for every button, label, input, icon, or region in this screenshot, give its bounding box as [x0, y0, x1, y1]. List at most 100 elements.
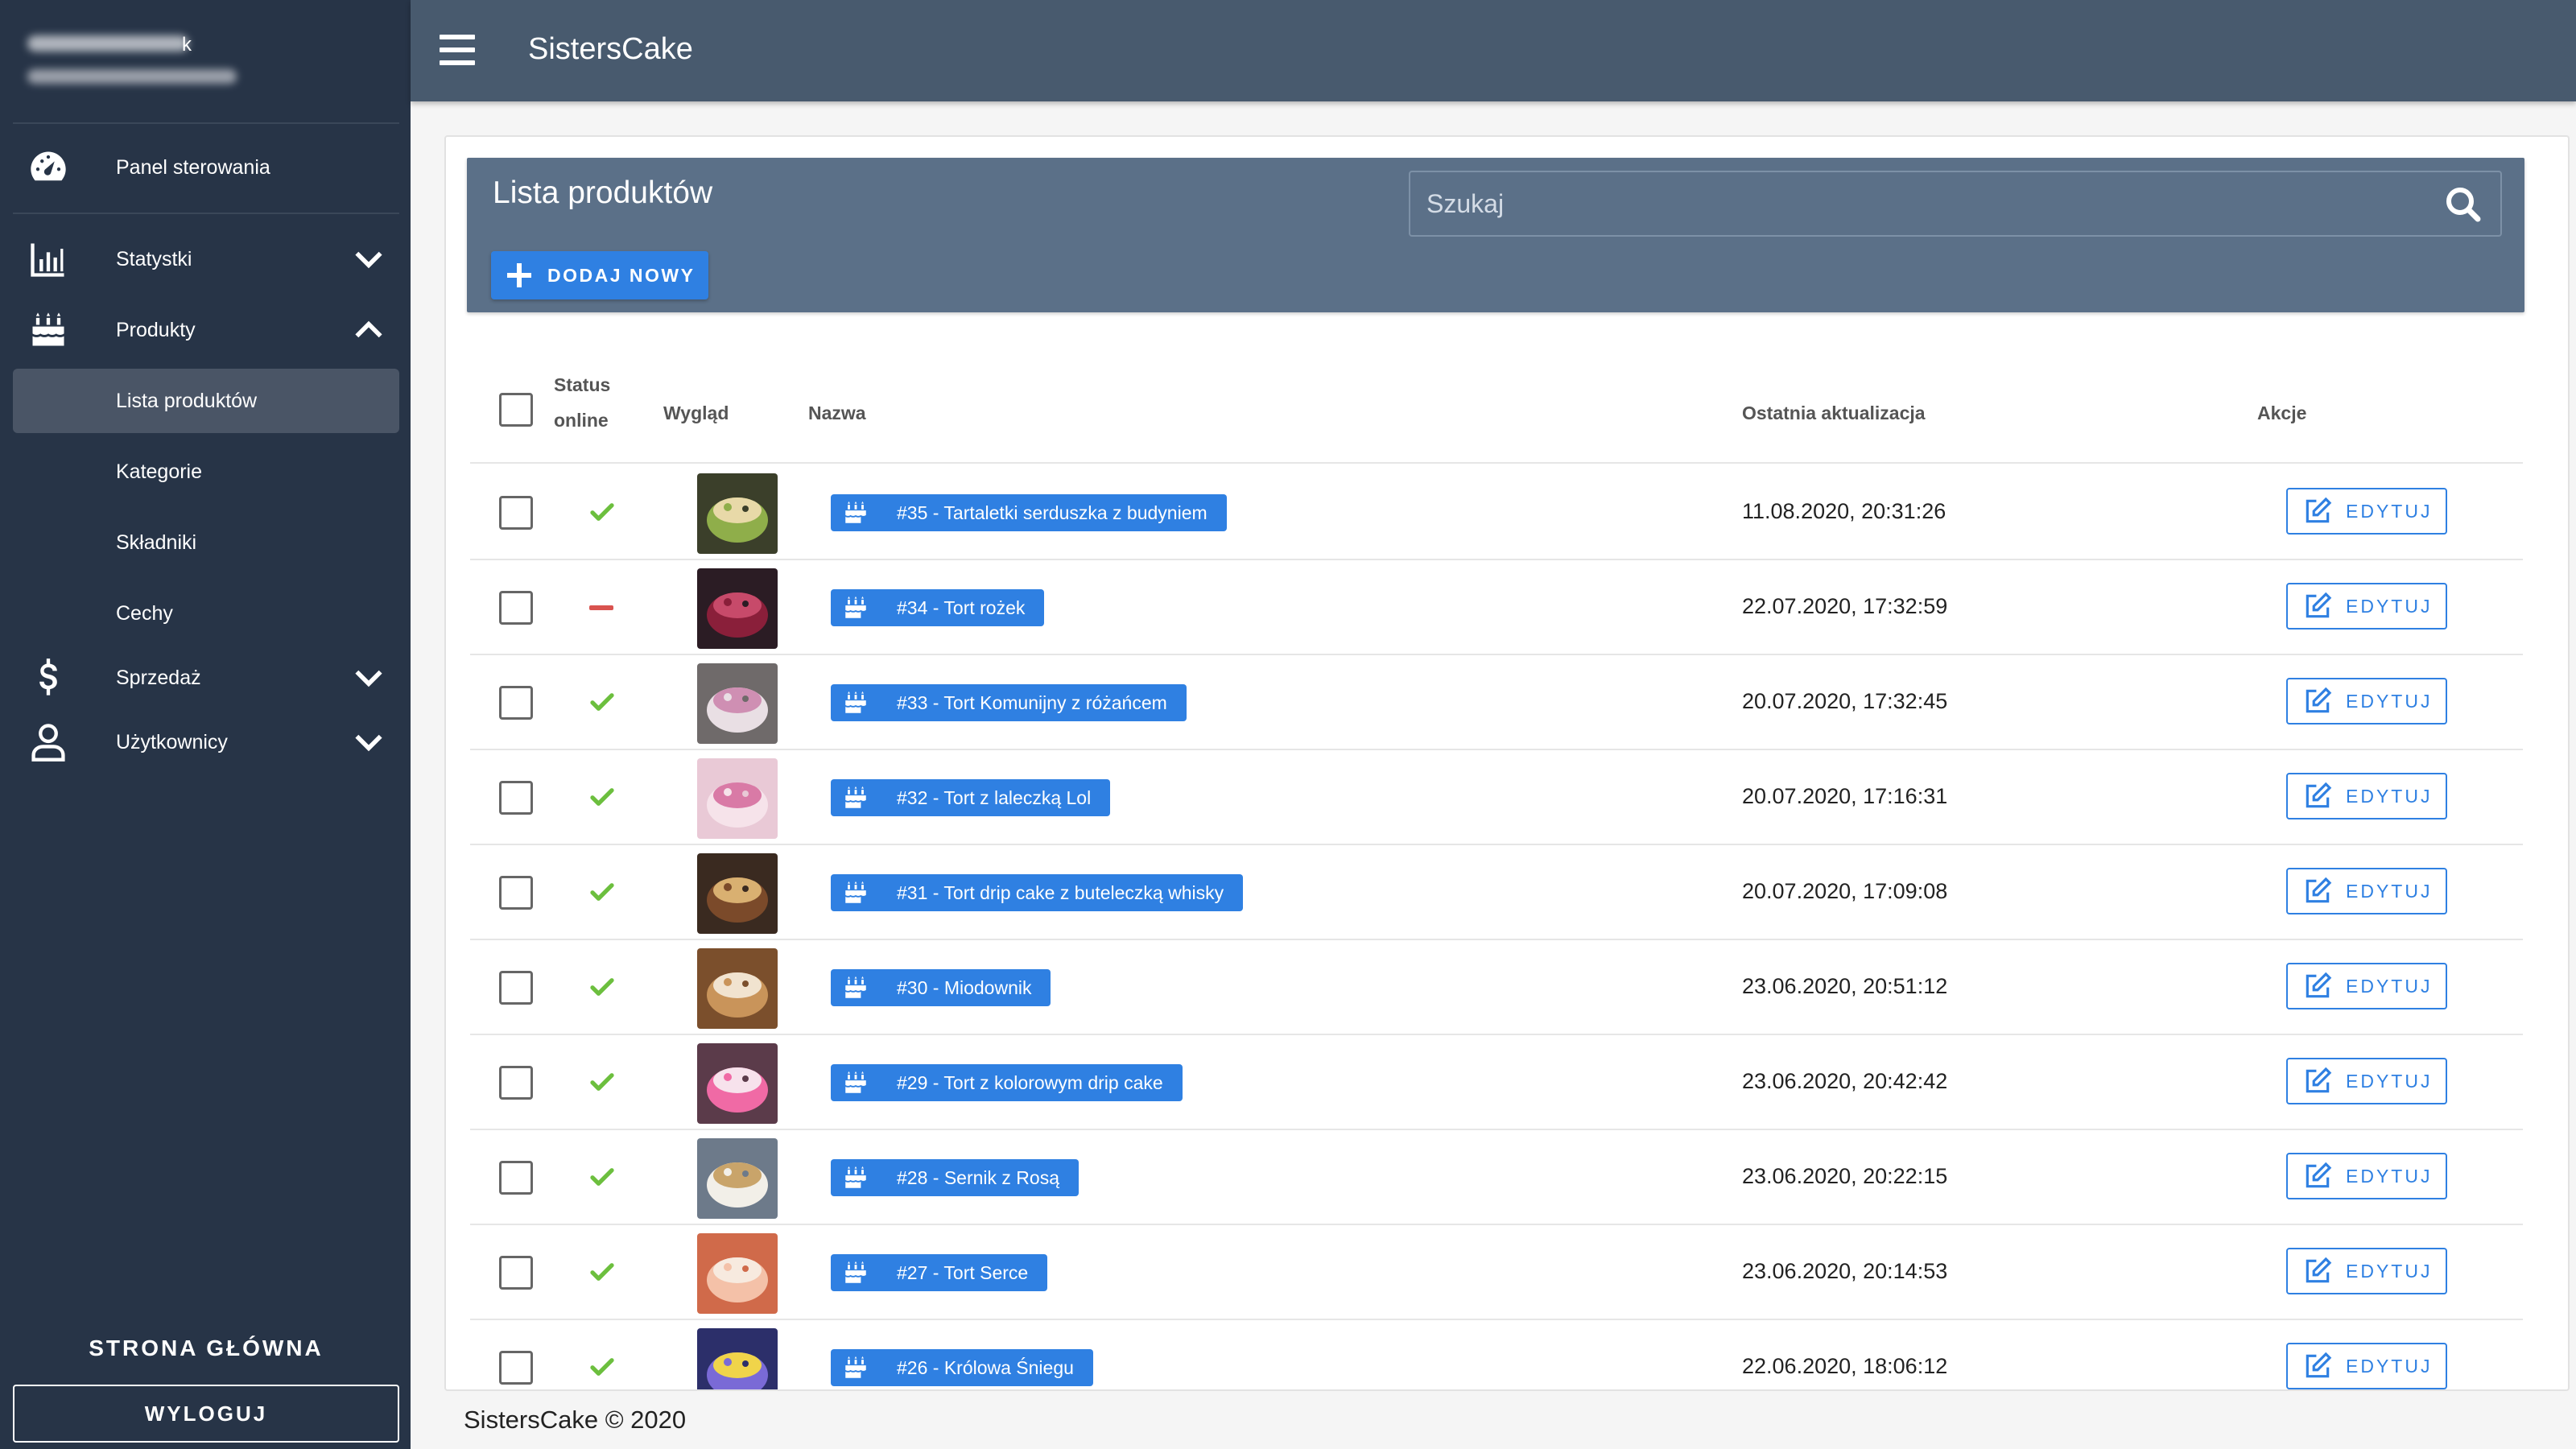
edit-icon [2302, 876, 2333, 906]
online-check-icon [588, 1352, 617, 1381]
sidebar-item-statistics[interactable]: Statystki [13, 227, 399, 291]
sidebar-item-products[interactable]: Produkty [13, 298, 399, 362]
product-name-chip[interactable]: #32 - Tort z laleczką Lol [831, 779, 1111, 816]
sidebar-subitem-label: Kategorie [116, 460, 203, 483]
sidebar-item-sales[interactable]: Sprzedaż [13, 646, 399, 710]
edit-button[interactable]: EDYTUJ [2286, 1058, 2447, 1104]
edit-button[interactable]: EDYTUJ [2286, 678, 2447, 724]
search-box [1409, 171, 2502, 237]
sidebar-divider [13, 213, 399, 214]
sidebar-divider [13, 122, 399, 124]
row-checkbox[interactable] [499, 876, 533, 910]
sidebar-subitem-product-list[interactable]: Lista produktów [13, 369, 399, 433]
online-check-icon [588, 497, 617, 526]
home-link[interactable]: STRONA GŁÓWNA [13, 1320, 399, 1377]
table-row: #27 - Tort Serce 23.06.2020, 20:14:53 EDYT… [470, 1225, 2523, 1320]
product-name: #32 - Tort z laleczką Lol [897, 786, 1092, 808]
table-row: #34 - Tort rożek 22.07.2020, 17:32:59 EDYT… [470, 560, 2523, 655]
edit-icon [2302, 1066, 2333, 1096]
sidebar-subitem-categories[interactable]: Kategorie [13, 440, 399, 504]
product-name-chip[interactable]: #26 - Królowa Śniegu [831, 1349, 1093, 1386]
user-name-blurred [27, 35, 188, 52]
sidebar-item-users[interactable]: Użytkownicy [13, 710, 399, 774]
online-check-icon [588, 972, 617, 1001]
hamburger-menu-icon[interactable] [440, 35, 475, 65]
chevron-down-icon[interactable] [349, 658, 388, 697]
sidebar-item-dashboard[interactable]: Panel sterowania [13, 135, 399, 200]
product-updated-date: 22.07.2020, 17:32:59 [1742, 594, 1948, 618]
product-name-chip[interactable]: #31 - Tort drip cake z buteleczką whisky [831, 874, 1244, 911]
product-name-chip[interactable]: #27 - Tort Serce [831, 1254, 1048, 1291]
sidebar-subitem-ingredients[interactable]: Składniki [13, 510, 399, 575]
edit-button[interactable]: EDYTUJ [2286, 868, 2447, 914]
column-header-actions: Akcje [2257, 402, 2307, 423]
sidebar-subitem-label: Składniki [116, 530, 197, 554]
footer: SistersCake © 2020 [411, 1391, 2576, 1449]
table-row: #29 - Tort z kolorowym drip cake 23.06.20… [470, 1035, 2523, 1130]
cake-icon [842, 499, 869, 526]
product-thumbnail [697, 1233, 778, 1314]
edit-label: EDYTUJ [2346, 1260, 2433, 1282]
sidebar-item-label: Sprzedaż [116, 666, 201, 689]
product-thumbnail [697, 1043, 778, 1124]
table-row: #30 - Miodownik 23.06.2020, 20:51:12 EDYTU… [470, 940, 2523, 1035]
chevron-down-icon[interactable] [349, 723, 388, 762]
column-header-status: Status online [554, 367, 610, 438]
edit-icon [2302, 1256, 2333, 1286]
edit-label: EDYTUJ [2346, 785, 2433, 807]
edit-button[interactable]: EDYTUJ [2286, 583, 2447, 630]
user-block: k [0, 0, 411, 122]
column-header-status-line1: Status [554, 374, 611, 395]
product-name-chip[interactable]: #30 - Miodownik [831, 969, 1051, 1006]
product-thumbnail [697, 948, 778, 1029]
row-checkbox[interactable] [499, 496, 533, 530]
sidebar-subitem-features[interactable]: Cechy [13, 581, 399, 646]
edit-icon [2302, 781, 2333, 811]
add-new-button[interactable]: DODAJ NOWY [491, 251, 708, 299]
select-all-checkbox[interactable] [499, 393, 533, 427]
product-updated-date: 11.08.2020, 20:31:26 [1742, 499, 1946, 523]
column-header-updated: Ostatnia aktualizacja [1742, 402, 1926, 423]
row-checkbox[interactable] [499, 1161, 533, 1195]
row-checkbox[interactable] [499, 686, 533, 720]
row-checkbox[interactable] [499, 781, 533, 815]
row-checkbox[interactable] [499, 971, 533, 1005]
edit-button[interactable]: EDYTUJ [2286, 1153, 2447, 1199]
chevron-down-icon[interactable] [349, 240, 388, 279]
chevron-up-icon[interactable] [349, 311, 388, 349]
edit-icon [2302, 1161, 2333, 1191]
online-check-icon [588, 1067, 617, 1096]
row-checkbox[interactable] [499, 1066, 533, 1100]
offline-dash-icon [589, 605, 613, 610]
product-name-chip[interactable]: #34 - Tort rożek [831, 589, 1045, 626]
product-name-chip[interactable]: #35 - Tartaletki serduszka z budyniem [831, 494, 1227, 531]
edit-icon [2302, 496, 2333, 526]
cake-icon [842, 974, 869, 1001]
gauge-icon [26, 145, 71, 190]
edit-button[interactable]: EDYTUJ [2286, 1343, 2447, 1389]
row-checkbox[interactable] [499, 591, 533, 625]
edit-button[interactable]: EDYTUJ [2286, 1248, 2447, 1294]
edit-button[interactable]: EDYTUJ [2286, 963, 2447, 1009]
product-thumbnail [697, 663, 778, 744]
sidebar-item-label: Użytkownicy [116, 730, 228, 753]
search-input[interactable] [1426, 172, 2425, 235]
product-name-chip[interactable]: #28 - Sernik z Rosą [831, 1159, 1079, 1196]
product-name-chip[interactable]: #33 - Tort Komunijny z różańcem [831, 684, 1187, 721]
column-header-status-line2: online [554, 410, 609, 431]
sidebar-subitem-label: Lista produktów [116, 389, 258, 412]
product-thumbnail [697, 1328, 778, 1389]
row-checkbox[interactable] [499, 1256, 533, 1290]
table-row: #26 - Królowa Śniegu 22.06.2020, 18:06:12… [470, 1320, 2523, 1389]
search-icon[interactable] [2444, 185, 2483, 224]
edit-button[interactable]: EDYTUJ [2286, 488, 2447, 535]
edit-icon [2302, 1351, 2333, 1381]
row-checkbox[interactable] [499, 1351, 533, 1385]
edit-icon [2302, 971, 2333, 1001]
product-name: #27 - Tort Serce [897, 1261, 1029, 1283]
cake-icon [842, 1354, 869, 1381]
product-updated-date: 22.06.2020, 18:06:12 [1742, 1354, 1948, 1378]
edit-button[interactable]: EDYTUJ [2286, 773, 2447, 819]
logout-button[interactable]: WYLOGUJ [13, 1385, 399, 1443]
product-name-chip[interactable]: #29 - Tort z kolorowym drip cake [831, 1064, 1183, 1101]
